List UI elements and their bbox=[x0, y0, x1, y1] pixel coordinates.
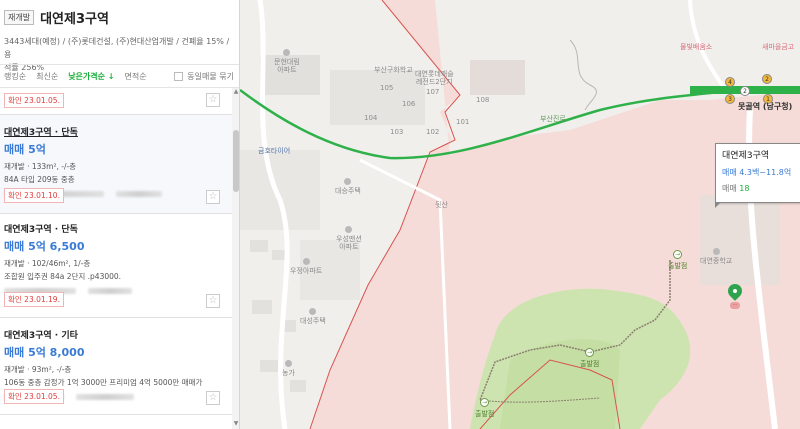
pin-center bbox=[733, 289, 737, 293]
confirm-date: 확인 23.01.19. bbox=[4, 292, 64, 307]
confirm-date: 확인 23.01.05. bbox=[4, 93, 64, 108]
poi-geumho-tire[interactable]: 금호타이어 bbox=[258, 146, 290, 156]
sort-ranking[interactable]: 랭킹순 bbox=[4, 71, 26, 82]
listing-spec: 재개발 · 102/46m², 1/-층 bbox=[4, 259, 91, 268]
scroll-up-icon[interactable]: ▲ bbox=[232, 88, 239, 96]
complex-title: 대연제3구역 bbox=[40, 12, 109, 27]
same-listing-label: 동일매물 묶기 bbox=[187, 71, 234, 81]
complex-tooltip[interactable]: 대연제3구역 매매 4.3백~11.8억 매매 18 bbox=[715, 143, 800, 203]
map-view[interactable]: 문현대림 아파트 부산구화학교 대연롯데캐슬 레전드2단지 금호타이어 대승주택… bbox=[240, 0, 800, 429]
list-item[interactable]: 확인 23.01.05. ☆ bbox=[0, 88, 232, 115]
line-badge-icon[interactable]: 2 bbox=[740, 86, 750, 96]
tooltip-count-label: 매매 bbox=[722, 184, 737, 193]
listing-panel: 재개발 대연제3구역 3443세대(예정) / (주)롯데건설, (주)현대산업… bbox=[0, 0, 240, 429]
line-badge-icon[interactable]: 3 bbox=[725, 94, 735, 104]
favorite-star-icon[interactable]: ☆ bbox=[206, 93, 220, 107]
scroll-down-icon[interactable]: ▼ bbox=[232, 420, 239, 428]
tooltip-count-value: 18 bbox=[739, 184, 750, 193]
building-number: 102 bbox=[426, 128, 440, 136]
tooltip-count: 매매 18 bbox=[722, 183, 800, 194]
poi-munhyeon-apt[interactable]: 문현대림 아파트 bbox=[274, 49, 300, 74]
listing-desc: 106동 중층 감정가 1억 3000만 프리미엄 4억 5000만 매매가 bbox=[4, 378, 203, 387]
same-listing-checkbox[interactable] bbox=[174, 71, 184, 81]
listing-name[interactable]: 대연제3구역 · 단독 bbox=[4, 222, 228, 235]
listing-desc: 조합원 입주권 84a 2단지 .p43000. bbox=[4, 272, 122, 281]
tooltip-tail bbox=[715, 202, 721, 208]
building-number: 103 bbox=[390, 128, 404, 136]
poi-woosung-mansion[interactable]: 우성맨션 아파트 bbox=[336, 226, 362, 251]
scrollbar-thumb[interactable] bbox=[233, 130, 239, 192]
building-number: 108 bbox=[476, 96, 490, 104]
building-number: 101 bbox=[456, 118, 470, 126]
listing-price: 매매 5억 8,000 bbox=[4, 346, 85, 359]
road-label: 부산진로 bbox=[540, 115, 566, 123]
poi-saemaeul[interactable]: 새마을금고 bbox=[762, 42, 794, 52]
poi-chulbal-2[interactable]: → 출발점 bbox=[580, 348, 599, 369]
poi-lotte-castle[interactable]: 대연롯데캐슬 레전드2단지 bbox=[415, 70, 454, 86]
listing-price: 매매 5억 6,500 bbox=[4, 240, 85, 253]
listing-spec: 재개발 · 133m², -/-층 bbox=[4, 162, 77, 171]
type-badge: 재개발 bbox=[4, 10, 35, 25]
building-number: 105 bbox=[380, 84, 394, 92]
pin-badge: ··· bbox=[730, 302, 740, 309]
poi-daeseung-house[interactable]: 대승주택 bbox=[335, 178, 361, 195]
favorite-star-icon[interactable]: ☆ bbox=[206, 294, 220, 308]
listing-name[interactable]: 대연제3구역 · 단독 bbox=[4, 125, 228, 138]
list-item[interactable]: 대연제3구역 · 단독 매매 5억 6,500 재개발 · 102/46m², … bbox=[0, 214, 232, 318]
poi-daeyeon-middle[interactable]: 대연중학교 bbox=[700, 248, 732, 265]
listing-spec: 재개발 · 93m², -/-층 bbox=[4, 365, 72, 374]
tooltip-price: 매매 4.3백~11.8억 bbox=[722, 168, 792, 177]
favorite-star-icon[interactable]: ☆ bbox=[206, 391, 220, 405]
app-root: 재개발 대연제3구역 3443세대(예정) / (주)롯데건설, (주)현대산업… bbox=[0, 0, 800, 429]
building-number: 106 bbox=[402, 100, 416, 108]
tooltip-title: 대연제3구역 bbox=[722, 151, 770, 161]
building-number: 107 bbox=[426, 88, 440, 96]
confirm-date: 확인 23.01.05. bbox=[4, 389, 64, 404]
mountain-label: 뒷산 bbox=[435, 201, 448, 209]
same-listing-toggle[interactable]: 동일매물 묶기 bbox=[174, 71, 234, 82]
subway-station-label[interactable]: 못골역 (남구청) bbox=[738, 102, 792, 112]
confirm-date: 확인 23.01.10. bbox=[4, 188, 64, 203]
listing-desc: 84A 타입 209동 중층 bbox=[4, 175, 75, 184]
listing-price: 매매 5억 bbox=[4, 143, 46, 156]
sort-area[interactable]: 면적순 bbox=[124, 71, 146, 82]
poi-nongga[interactable]: 농가 bbox=[282, 360, 295, 377]
sort-low-price[interactable]: 낮은가격순 ↓ bbox=[68, 71, 114, 82]
listing-name[interactable]: 대연제3구역 · 기타 bbox=[4, 328, 228, 341]
building-number: 104 bbox=[364, 114, 378, 122]
line-badge-icon[interactable]: 2 bbox=[762, 74, 772, 84]
map-canvas bbox=[240, 0, 800, 429]
favorite-star-icon[interactable]: ☆ bbox=[206, 190, 220, 204]
poi-mulbit[interactable]: 물빛배움소 bbox=[680, 42, 712, 52]
line-badge-icon[interactable]: 4 bbox=[725, 77, 735, 87]
complex-info-line: 3443세대(예정) / (주)롯데건설, (주)현대산업개발 / 건폐율 15… bbox=[4, 37, 230, 59]
poi-daeseong-house[interactable]: 대성주택 bbox=[300, 308, 326, 325]
sort-latest[interactable]: 최신순 bbox=[36, 71, 58, 82]
list-item[interactable]: 대연제3구역 · 단독 매매 5억 재개발 · 133m², -/-층 84A … bbox=[0, 115, 232, 214]
sort-bar: 랭킹순 최신순 낮은가격순 ↓ 면적순 동일매물 묶기 bbox=[0, 64, 239, 88]
poi-woojeong-apt[interactable]: 우정아파트 bbox=[290, 258, 322, 275]
poi-chulbal-1[interactable]: → 출발점 bbox=[668, 250, 687, 271]
list-item[interactable]: 대연제3구역 · 기타 매매 5억 8,000 재개발 · 93m², -/-층… bbox=[0, 318, 232, 415]
poi-busan-school[interactable]: 부산구화학교 bbox=[374, 66, 413, 74]
poi-chulbal-3[interactable]: → 출발점 bbox=[475, 398, 494, 419]
listing-list: 확인 23.01.05. ☆ 대연제3구역 · 단독 매매 5억 재개발 · 1… bbox=[0, 88, 232, 415]
